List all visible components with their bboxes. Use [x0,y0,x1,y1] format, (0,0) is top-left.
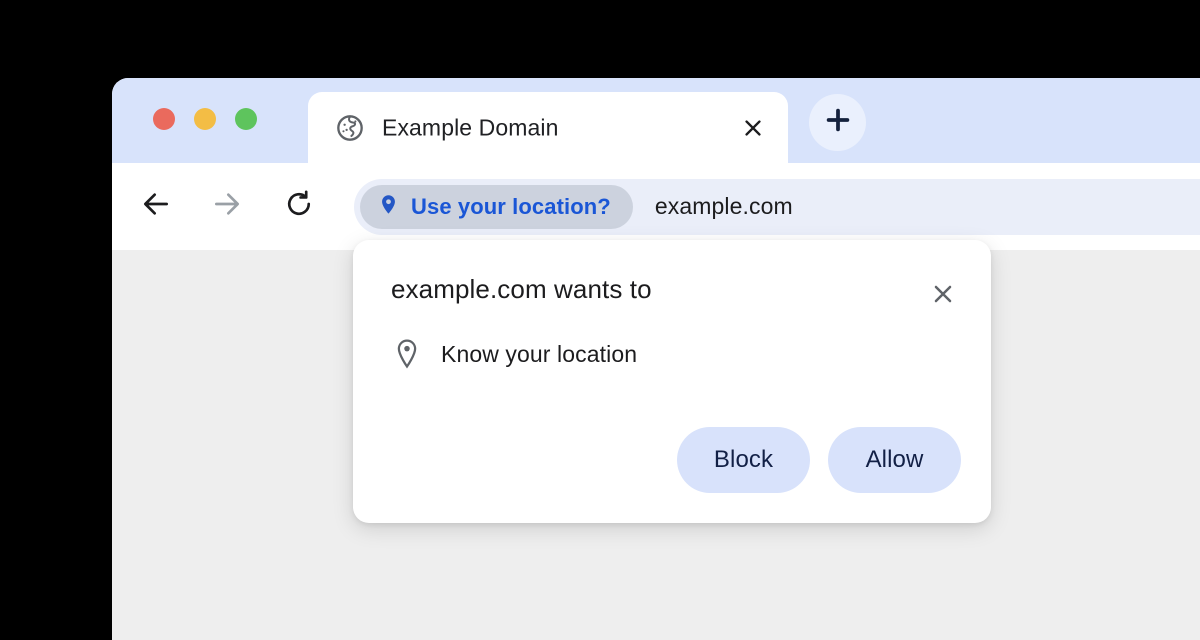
reload-icon [283,188,315,225]
location-chip-label: Use your location? [411,193,611,219]
screen: Example Domain Use your location? exampl… [0,0,1200,640]
close-icon[interactable] [929,280,957,308]
permission-dialog-actions: Block Allow [677,427,961,493]
plus-icon [823,105,853,140]
new-tab-button[interactable] [809,94,866,151]
location-pin-outline-icon [391,336,423,372]
globe-icon [336,114,364,142]
address-bar[interactable]: Use your location? example.com [354,178,1200,235]
reload-button[interactable] [279,187,319,227]
browser-tab-active[interactable]: Example Domain [308,92,788,163]
browser-toolbar: Use your location? example.com [112,163,1200,250]
close-window-button[interactable] [153,108,175,130]
forward-button[interactable] [207,187,247,227]
maximize-window-button[interactable] [235,108,257,130]
arrow-right-icon [211,188,243,225]
block-button[interactable]: Block [677,427,810,493]
minimize-window-button[interactable] [194,108,216,130]
location-pin-icon [377,193,400,221]
allow-button[interactable]: Allow [828,427,961,493]
address-bar-url: example.com [654,193,793,219]
permission-dialog: example.com wants to Know your location … [353,240,991,523]
location-permission-chip[interactable]: Use your location? [360,184,633,229]
tab-title: Example Domain [382,114,559,140]
permission-request-item: Know your location [391,336,637,372]
close-icon[interactable] [740,115,766,141]
window-controls [153,108,257,130]
back-button[interactable] [136,187,176,227]
permission-dialog-title: example.com wants to [391,274,652,304]
permission-item-label: Know your location [441,340,638,367]
tab-strip: Example Domain [112,78,1200,163]
arrow-left-icon [140,188,172,225]
